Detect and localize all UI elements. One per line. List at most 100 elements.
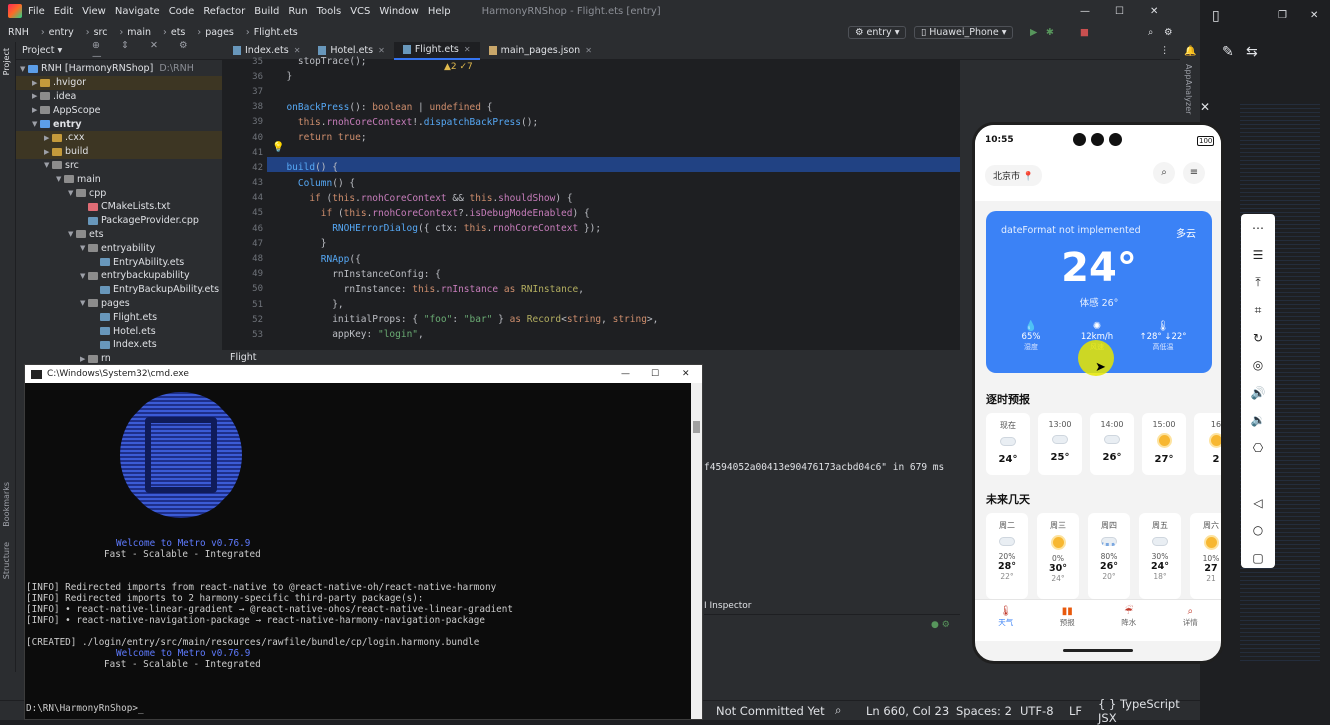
close-button[interactable]: ✕ [1150,6,1158,17]
tree-item[interactable]: ▼ entry [16,117,222,131]
menu-item[interactable]: Help [428,6,451,17]
list-icon[interactable]: ☰ [1241,242,1275,270]
home-icon[interactable]: ○ [1241,517,1275,545]
more-icon[interactable]: ⋯ [1241,214,1275,242]
emulator-close-icon[interactable]: ✕ [1200,100,1210,114]
breadcrumb-item[interactable]: main [127,27,155,38]
nav-tab-2[interactable]: ☔ 降水 [1098,600,1160,642]
tree-item[interactable]: ▶ .idea [16,90,222,104]
vcs-status[interactable]: Not Committed Yet [716,704,825,718]
close-tab-icon[interactable]: ✕ [464,45,471,54]
device-select[interactable]: ▯ Huawei_Phone ▾ [914,25,1014,39]
maximize-button[interactable]: ☐ [1115,6,1124,17]
cmd-minimize-button[interactable]: — [621,369,630,379]
tree-item[interactable]: EntryBackupAbility.ets [16,283,222,297]
project-view-label[interactable]: Project ▾ [22,45,92,56]
breadcrumb-item[interactable]: ets [171,27,190,38]
code-line[interactable]: 36 } [222,69,960,84]
cmd-prompt[interactable]: D:\RN\HarmonyRnShop> [26,703,138,714]
code-editor[interactable]: 35 stopTrace(); 36 } 37 38 onBackPress(): b… [222,56,960,350]
daily-card[interactable]: 周三 0% 30° 24° [1037,513,1079,599]
split-icon[interactable]: ⇆ [1246,44,1258,60]
tree-item[interactable]: ▼ ets [16,228,222,242]
daily-card[interactable]: 周二 20% 28° 22° [986,513,1028,599]
tree-item[interactable]: PackageProvider.cpp [16,214,222,228]
home-indicator[interactable] [1063,649,1133,652]
code-line[interactable]: 35 stopTrace(); [222,54,960,69]
hourly-card[interactable]: 15:00 27° [1142,413,1186,475]
menu-item[interactable]: Edit [54,6,73,17]
tree-item[interactable]: ▼ src [16,159,222,173]
code-line[interactable]: 47 } [222,236,960,251]
code-line[interactable]: 40 return true; [222,130,960,145]
window-close-icon[interactable]: ✕ [1310,10,1318,21]
cursor-position[interactable]: Ln 660, Col 23 [866,704,949,718]
menu-item[interactable]: Run [288,6,307,17]
nav-tab-0[interactable]: 🌡 天气 [975,600,1037,642]
code-line[interactable]: 44 if (this.rnohCoreContext && this.shou… [222,191,960,206]
menu-item[interactable]: Refactor [203,6,245,17]
run-button[interactable]: ▶ [1030,27,1037,38]
debug-button[interactable]: ✱ [1046,27,1054,38]
breadcrumb-item[interactable]: RNH [8,27,33,38]
tree-item[interactable]: ▼ pages [16,297,222,311]
filetype[interactable]: { } TypeScript JSX [1098,697,1200,725]
menu-item[interactable]: File [28,6,45,17]
menu-item[interactable]: VCS [350,6,370,17]
daily-card[interactable]: 周四 80% 26° 20° [1088,513,1130,599]
tree-item[interactable]: EntryAbility.ets [16,255,222,269]
indent-setting[interactable]: Spaces: 2 [956,704,1012,718]
menu-item[interactable]: Build [254,6,279,17]
search-icon[interactable]: ⌕ [1148,27,1153,38]
volume-up-icon[interactable]: 🔊 [1241,379,1275,407]
code-line[interactable]: 51 }, [222,297,960,312]
hourly-card[interactable]: 现在 24° [986,413,1030,475]
stop-button[interactable]: ■ [1080,27,1089,38]
code-line[interactable]: 48 RNApp({ [222,251,960,266]
line-separator[interactable]: LF [1069,704,1082,718]
tree-item[interactable]: ▶ build [16,144,222,159]
search-everywhere-icon[interactable]: ⌕ [835,703,841,718]
rotate-icon[interactable]: ↻ [1241,324,1275,352]
project-tool-tab[interactable]: Project [2,48,11,75]
code-line[interactable]: 52 initialProps: { "foo": "bar" } as Rec… [222,312,960,327]
tree-item[interactable]: ▶ .cxx [16,130,222,145]
code-line[interactable]: 53 appKey: "login", [222,327,960,342]
tree-item[interactable]: ▼ cpp [16,186,222,200]
tree-item[interactable]: Hotel.ets [16,324,222,338]
code-line[interactable]: 42 build() { [222,160,960,175]
pin-icon[interactable]: ⤒ [1241,269,1275,297]
settings-icon[interactable]: ⚙ [1164,27,1173,38]
encoding[interactable]: UTF-8 [1020,704,1054,718]
tree-item[interactable]: ▼ main [16,172,222,186]
cmd-scrollbar[interactable] [691,383,702,719]
breadcrumb-item[interactable]: pages [205,27,238,38]
bulb-icon[interactable]: 💡 [272,142,284,153]
code-line[interactable]: 41 [222,145,960,160]
nav-tab-3[interactable]: ⌕ 详情 [1160,600,1222,642]
minimize-button[interactable]: — [1080,6,1090,17]
code-line[interactable]: 45 if (this.rnohCoreContext?.isDebugMode… [222,206,960,221]
hourly-card[interactable]: 16 2 [1194,413,1221,475]
search-icon[interactable]: ⌕ [1153,162,1175,184]
tabs-more-icon[interactable]: ⋮ [1160,45,1170,56]
tree-item[interactable]: ▼ RNH [HarmonyRNShop] D:\RNH [16,62,222,76]
hourly-card[interactable]: 14:00 26° [1090,413,1134,475]
bookmarks-tool-tab[interactable]: Bookmarks [2,482,11,527]
cmd-maximize-button[interactable]: ☐ [651,369,659,379]
config-select[interactable]: ⚙ entry ▾ [848,25,907,39]
code-line[interactable]: 43 Column() { [222,176,960,191]
recent-icon[interactable]: ▢ [1241,544,1275,572]
hourly-card[interactable]: 13:00 25° [1038,413,1082,475]
menu-icon[interactable]: ≡ [1183,162,1205,184]
breadcrumb-item[interactable]: Flight.ets [254,27,298,38]
volume-down-icon[interactable]: 🔉 [1241,407,1275,435]
tree-item[interactable]: Flight.ets [16,310,222,324]
inspector-tab[interactable]: I Inspector [704,601,752,611]
menu-item[interactable]: Code [169,6,195,17]
record-icon[interactable]: ◎ [1241,352,1275,380]
code-line[interactable]: 46 RNOHErrorDialog({ ctx: this.rnohCoreC… [222,221,960,236]
inspections-widget[interactable]: ▲2 ✓7 [444,62,473,72]
cmd-close-button[interactable]: ✕ [682,369,690,379]
app-analyzer-tab[interactable]: AppAnalyzer [1184,64,1193,114]
